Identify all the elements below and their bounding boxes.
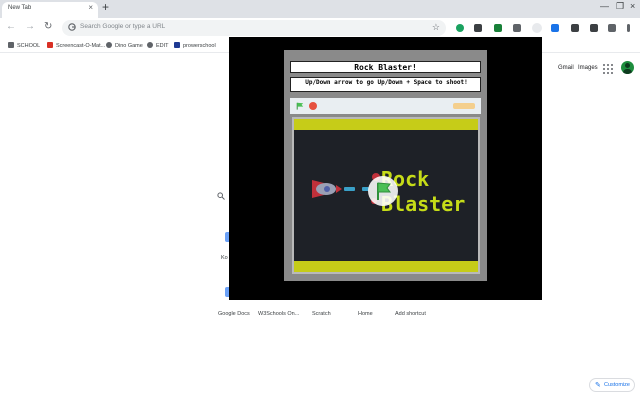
shortcut-home[interactable]: Home: [358, 311, 373, 317]
bookmark-screencast[interactable]: Screencast-O-Mat...: [47, 42, 105, 49]
google-g-icon: [68, 23, 76, 31]
screencast-icon: [47, 42, 53, 48]
game-overlay[interactable]: Rock Blaster! Up/Down arrow to go Up/Dow…: [229, 37, 542, 300]
gmail-link[interactable]: Gmail: [558, 65, 574, 71]
bookmark-star-icon[interactable]: ☆: [432, 22, 440, 33]
close-window-icon[interactable]: ×: [630, 1, 635, 11]
extension-doc-icon[interactable]: [571, 24, 579, 32]
globe-icon: [147, 42, 153, 48]
game-instructions: Up/Down arrow to go Up/Down + Space to s…: [305, 79, 468, 86]
start-flag-button[interactable]: [368, 176, 398, 206]
bookmark-label: Dino Game: [115, 43, 143, 49]
spaceship: [312, 180, 342, 198]
extension-green-icon[interactable]: [494, 24, 502, 32]
shortcut-w3schools[interactable]: W3Schools On...: [258, 311, 299, 317]
bookmark-school[interactable]: SCHOOL: [8, 42, 40, 49]
instructions-bar: Up/Down arrow to go Up/Down + Space to s…: [290, 77, 481, 92]
minimize-icon[interactable]: —: [600, 1, 609, 11]
scratch-stage: Rock Blaster! Up/Down arrow to go Up/Dow…: [284, 50, 487, 281]
powerschool-icon: [174, 42, 180, 48]
bookmark-label: Screencast-O-Mat...: [56, 43, 106, 49]
bookmark-edit[interactable]: EDIT: [147, 42, 169, 49]
turbo-indicator: [453, 103, 475, 109]
extension-puzzle-blue-icon[interactable]: [551, 24, 559, 32]
shortcut-google-docs[interactable]: Google Docs: [218, 311, 250, 317]
restore-icon[interactable]: ❐: [616, 1, 624, 12]
extension-active-icon[interactable]: [532, 23, 542, 33]
bookmark-label: SCHOOL: [17, 43, 41, 49]
google-apps-icon[interactable]: [603, 64, 613, 74]
customize-button[interactable]: ✎ Customize: [589, 378, 635, 392]
extension-grammar-icon[interactable]: [456, 24, 464, 32]
reload-icon[interactable]: ↻: [44, 21, 52, 32]
tab-new-tab[interactable]: New Tab ×: [2, 2, 98, 18]
customize-label: Customize: [604, 382, 630, 388]
game-title: Rock Blaster!: [354, 63, 417, 72]
green-flag-icon: [377, 182, 391, 200]
pencil-icon: ✎: [595, 382, 601, 389]
green-flag-icon[interactable]: [296, 102, 304, 110]
shortcut-scratch[interactable]: Scratch: [312, 311, 331, 317]
back-icon[interactable]: ←: [6, 21, 16, 32]
extension-share-icon[interactable]: [474, 24, 482, 32]
game-title-bar: Rock Blaster!: [290, 61, 481, 73]
browser-window: New Tab × + — ❐ × ← → ↻ Search Google or…: [0, 0, 640, 400]
stage-controls: [290, 98, 481, 114]
bookmark-label: EDIT: [156, 43, 169, 49]
avatar-body: [623, 69, 632, 74]
shortcut-add[interactable]: Add shortcut: [395, 311, 426, 317]
globe-icon: [106, 42, 112, 48]
bullet: [344, 187, 355, 191]
bookmark-powerschool[interactable]: prowerschool: [174, 42, 216, 49]
bookmark-dino-game[interactable]: Dino Game: [106, 42, 143, 49]
bookmark-label: prowerschool: [183, 43, 216, 49]
tab-strip: New Tab × + — ❐ ×: [0, 0, 640, 18]
avatar[interactable]: [621, 61, 634, 74]
extensions-icon[interactable]: [608, 24, 616, 32]
shortcut-label-partial: Ko: [221, 255, 228, 261]
omnibox[interactable]: Search Google or type a URL ☆: [62, 20, 446, 36]
menu-kebab-icon[interactable]: [627, 24, 630, 32]
folder-icon: [8, 42, 14, 48]
extension-gray-icon[interactable]: [513, 24, 521, 32]
tab-title: New Tab: [8, 5, 32, 11]
game-canvas[interactable]: Rock Blaster: [292, 117, 480, 274]
new-tab-icon[interactable]: +: [102, 0, 109, 14]
toolbar: ← → ↻ Search Google or type a URL ☆: [0, 18, 640, 38]
images-link[interactable]: Images: [578, 65, 598, 71]
forward-icon[interactable]: →: [25, 21, 35, 32]
extension-box-icon[interactable]: [590, 24, 598, 32]
search-icon: [217, 192, 225, 200]
stop-sign-icon[interactable]: [309, 102, 317, 110]
omnibox-placeholder: Search Google or type a URL: [80, 23, 166, 30]
tab-close-icon[interactable]: ×: [88, 3, 93, 12]
avatar-head: [625, 63, 630, 68]
